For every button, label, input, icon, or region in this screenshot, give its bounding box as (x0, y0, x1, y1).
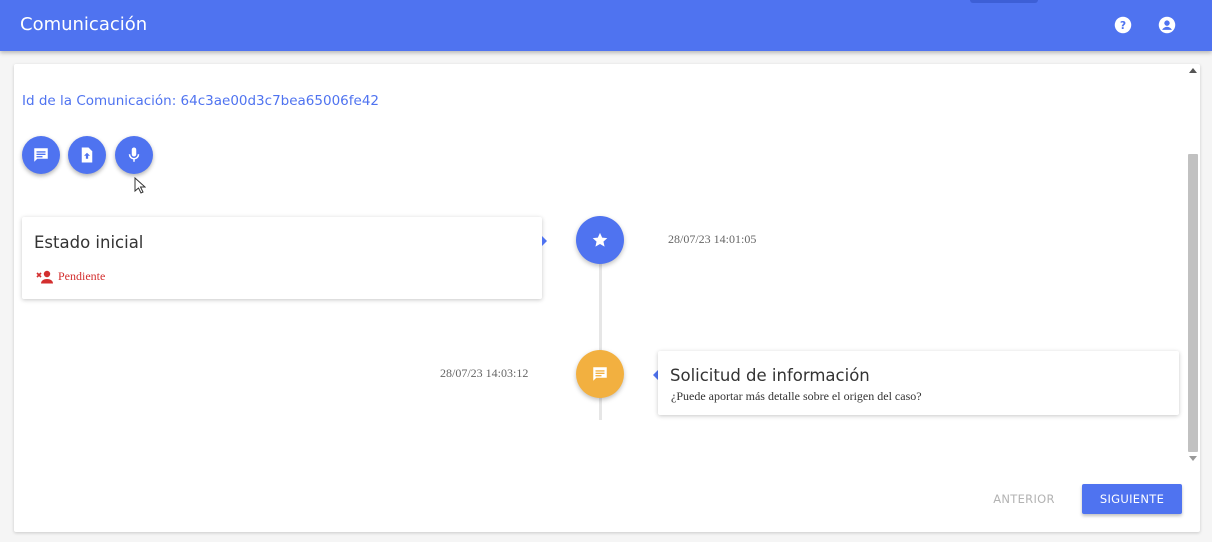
upload-file-button[interactable] (68, 136, 106, 174)
communication-id: Id de la Comunicación: 64c3ae00d3c7bea65… (22, 93, 379, 109)
timeline-card-body: ¿Puede aportar más detalle sobre el orig… (671, 389, 922, 403)
scrollbar-thumb[interactable] (1188, 154, 1198, 452)
person-remove-icon (36, 270, 53, 283)
mouse-cursor-icon (134, 177, 146, 194)
status-badge: Pendiente (36, 269, 105, 284)
timeline-dot-request (576, 350, 624, 398)
record-audio-button[interactable] (115, 136, 153, 174)
timestamp: 28/07/23 14:03:12 (440, 366, 529, 380)
scrollbar[interactable] (1186, 64, 1200, 466)
timeline-card-request: Solicitud de información ¿Puede aportar … (658, 351, 1179, 415)
top-indicator (970, 0, 1038, 3)
next-button[interactable]: SIGUIENTE (1082, 484, 1182, 514)
upload-file-icon (81, 147, 93, 163)
account-icon[interactable] (1158, 16, 1176, 34)
card-pointer (542, 236, 547, 246)
timeline-card-title: Solicitud de información (670, 366, 870, 385)
status-label: Pendiente (58, 269, 106, 283)
timestamp: 28/07/23 14:01:05 (668, 232, 757, 246)
timeline-dot-initial (576, 216, 624, 264)
svg-text:?: ? (1120, 20, 1126, 32)
scroll-up-icon[interactable] (1189, 68, 1197, 73)
add-message-button[interactable] (22, 136, 60, 174)
help-icon[interactable]: ? (1114, 16, 1132, 34)
previous-button[interactable]: ANTERIOR (984, 485, 1064, 513)
star-icon (592, 232, 608, 247)
microphone-icon (128, 147, 140, 162)
page-title: Comunicación (20, 14, 148, 35)
message-icon (593, 367, 607, 381)
scroll-down-icon[interactable] (1189, 456, 1197, 461)
timeline-card-title: Estado inicial (34, 233, 144, 252)
app-bar: Comunicación ? (0, 0, 1212, 51)
message-icon (34, 148, 48, 162)
timeline-card-initial: Estado inicial Pendiente (22, 217, 542, 299)
